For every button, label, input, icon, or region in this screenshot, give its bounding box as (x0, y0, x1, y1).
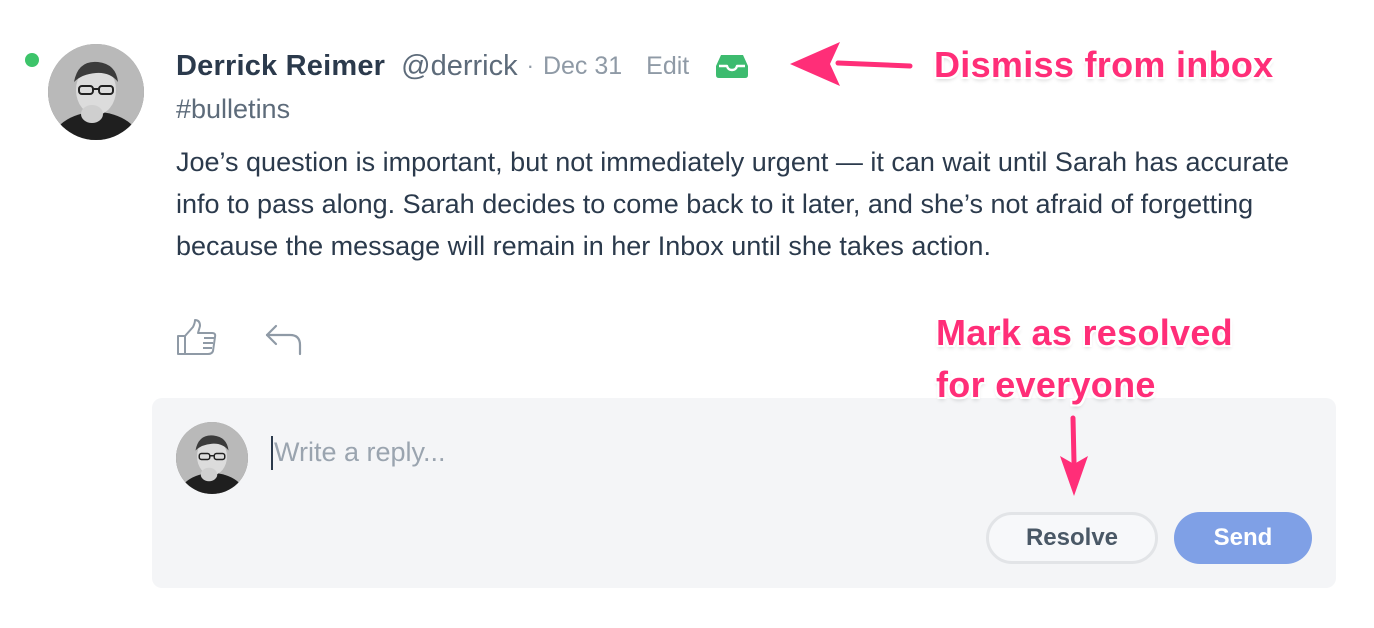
text-caret (271, 436, 273, 470)
channel-tag[interactable]: #bulletins (176, 94, 290, 125)
author-avatar[interactable] (48, 44, 144, 140)
message-body: Joe’s question is important, but not imm… (176, 147, 1290, 261)
annotation-dismiss: Dismiss from inbox (934, 44, 1274, 85)
post-date[interactable]: Dec 31 (543, 52, 622, 81)
reply-input[interactable] (272, 432, 932, 472)
current-user-avatar (176, 422, 248, 494)
resolve-button[interactable]: Resolve (986, 512, 1158, 564)
presence-online-dot (25, 53, 39, 67)
header-separator: · (526, 53, 534, 78)
thumbs-up-icon[interactable] (176, 318, 220, 358)
edit-link[interactable]: Edit (646, 52, 689, 81)
author-name[interactable]: Derrick Reimer (176, 50, 385, 83)
annotation-resolve-line1: Mark as resolved (936, 312, 1233, 353)
reply-composer (152, 398, 1336, 588)
inbox-tray-icon[interactable] (715, 53, 749, 79)
send-button[interactable]: Send (1174, 512, 1312, 564)
dismiss-arrow (790, 42, 913, 86)
reply-arrow-icon[interactable] (264, 318, 304, 358)
annotation-resolve-line2: for everyone (936, 364, 1156, 405)
message-header: Derrick Reimer @derrick · Dec 31 Edit (176, 46, 749, 86)
author-handle[interactable]: @derrick (401, 50, 517, 83)
